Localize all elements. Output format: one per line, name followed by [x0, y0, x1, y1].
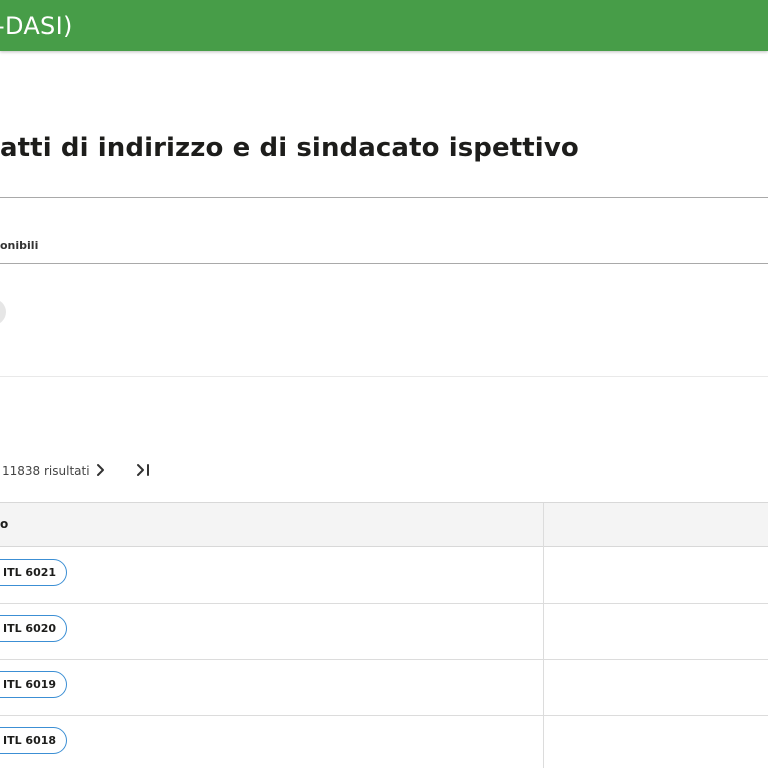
results-table: o ITL 6021 ITL 6020 ITL 6019 ITL 6018 — [0, 502, 768, 768]
divider — [0, 197, 768, 198]
page-title: atti di indirizzo e di sindacato ispetti… — [0, 133, 579, 163]
filter-chip[interactable] — [0, 299, 6, 325]
divider — [0, 376, 768, 377]
column-header-atto[interactable]: o — [0, 517, 8, 531]
table-row[interactable]: ITL 6020 — [0, 603, 768, 660]
filter-tab-label[interactable]: onibili — [0, 239, 38, 252]
atto-chip[interactable]: ITL 6020 — [0, 615, 68, 642]
app-header: -DASI) — [0, 0, 768, 51]
table-row[interactable]: ITL 6021 — [0, 547, 768, 604]
last-page-icon[interactable] — [134, 460, 154, 480]
table-header: o — [0, 503, 768, 547]
divider — [0, 263, 768, 264]
table-row[interactable]: ITL 6018 — [0, 715, 768, 768]
pagination: 11838 risultati — [0, 458, 200, 482]
atto-chip[interactable]: ITL 6018 — [0, 727, 68, 754]
atto-chip[interactable]: ITL 6021 — [0, 559, 68, 586]
chevron-right-icon[interactable] — [92, 460, 110, 480]
app-title[interactable]: -DASI) — [0, 12, 73, 40]
table-row[interactable]: ITL 6019 — [0, 659, 768, 716]
results-count: 11838 risultati — [2, 464, 90, 478]
atto-chip[interactable]: ITL 6019 — [0, 671, 68, 698]
